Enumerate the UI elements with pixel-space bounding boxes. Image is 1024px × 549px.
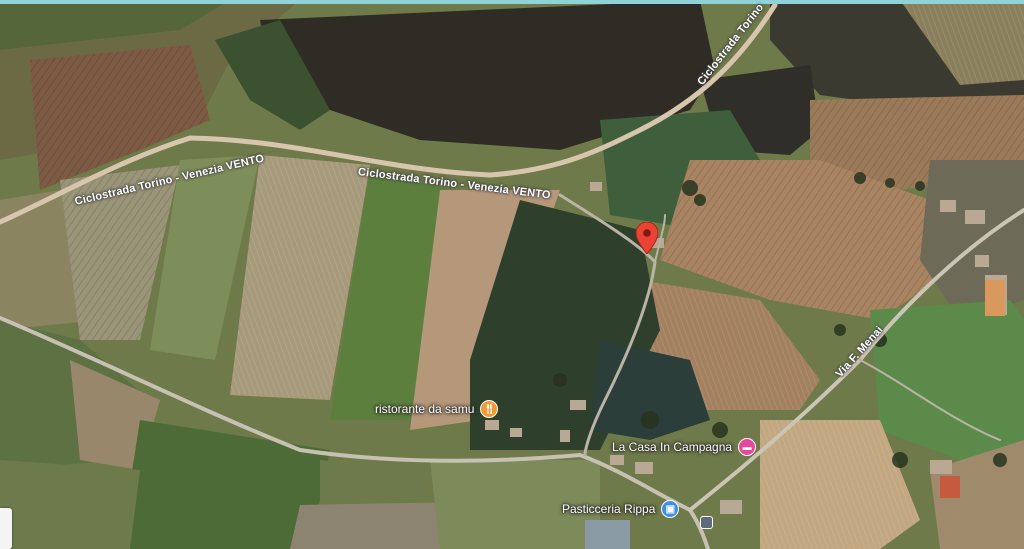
top-edge-bar (0, 0, 1024, 4)
bed-icon: ▬ (738, 438, 757, 456)
panel-collapse-tab[interactable] (0, 508, 12, 549)
poi-shop[interactable]: Pasticceria Rippa ▣ (562, 500, 680, 518)
satellite-map[interactable]: Ciclostrada Torino - Venezia VENTO Ciclo… (0, 0, 1024, 549)
bus-stop-icon[interactable] (700, 516, 713, 529)
poi-restaurant-label: ristorante da samu (375, 402, 475, 416)
location-pin-icon[interactable] (636, 222, 658, 254)
poi-hotel[interactable]: La Casa In Campagna ▬ (612, 438, 757, 456)
fork-knife-icon: 🍴︎ (480, 400, 499, 418)
poi-hotel-label: La Casa In Campagna (612, 440, 733, 454)
poi-restaurant[interactable]: ristorante da samu 🍴︎ (375, 400, 499, 418)
shopping-bag-icon: ▣ (661, 500, 680, 518)
poi-shop-label: Pasticceria Rippa (562, 502, 656, 516)
satellite-imagery (0, 0, 1024, 549)
